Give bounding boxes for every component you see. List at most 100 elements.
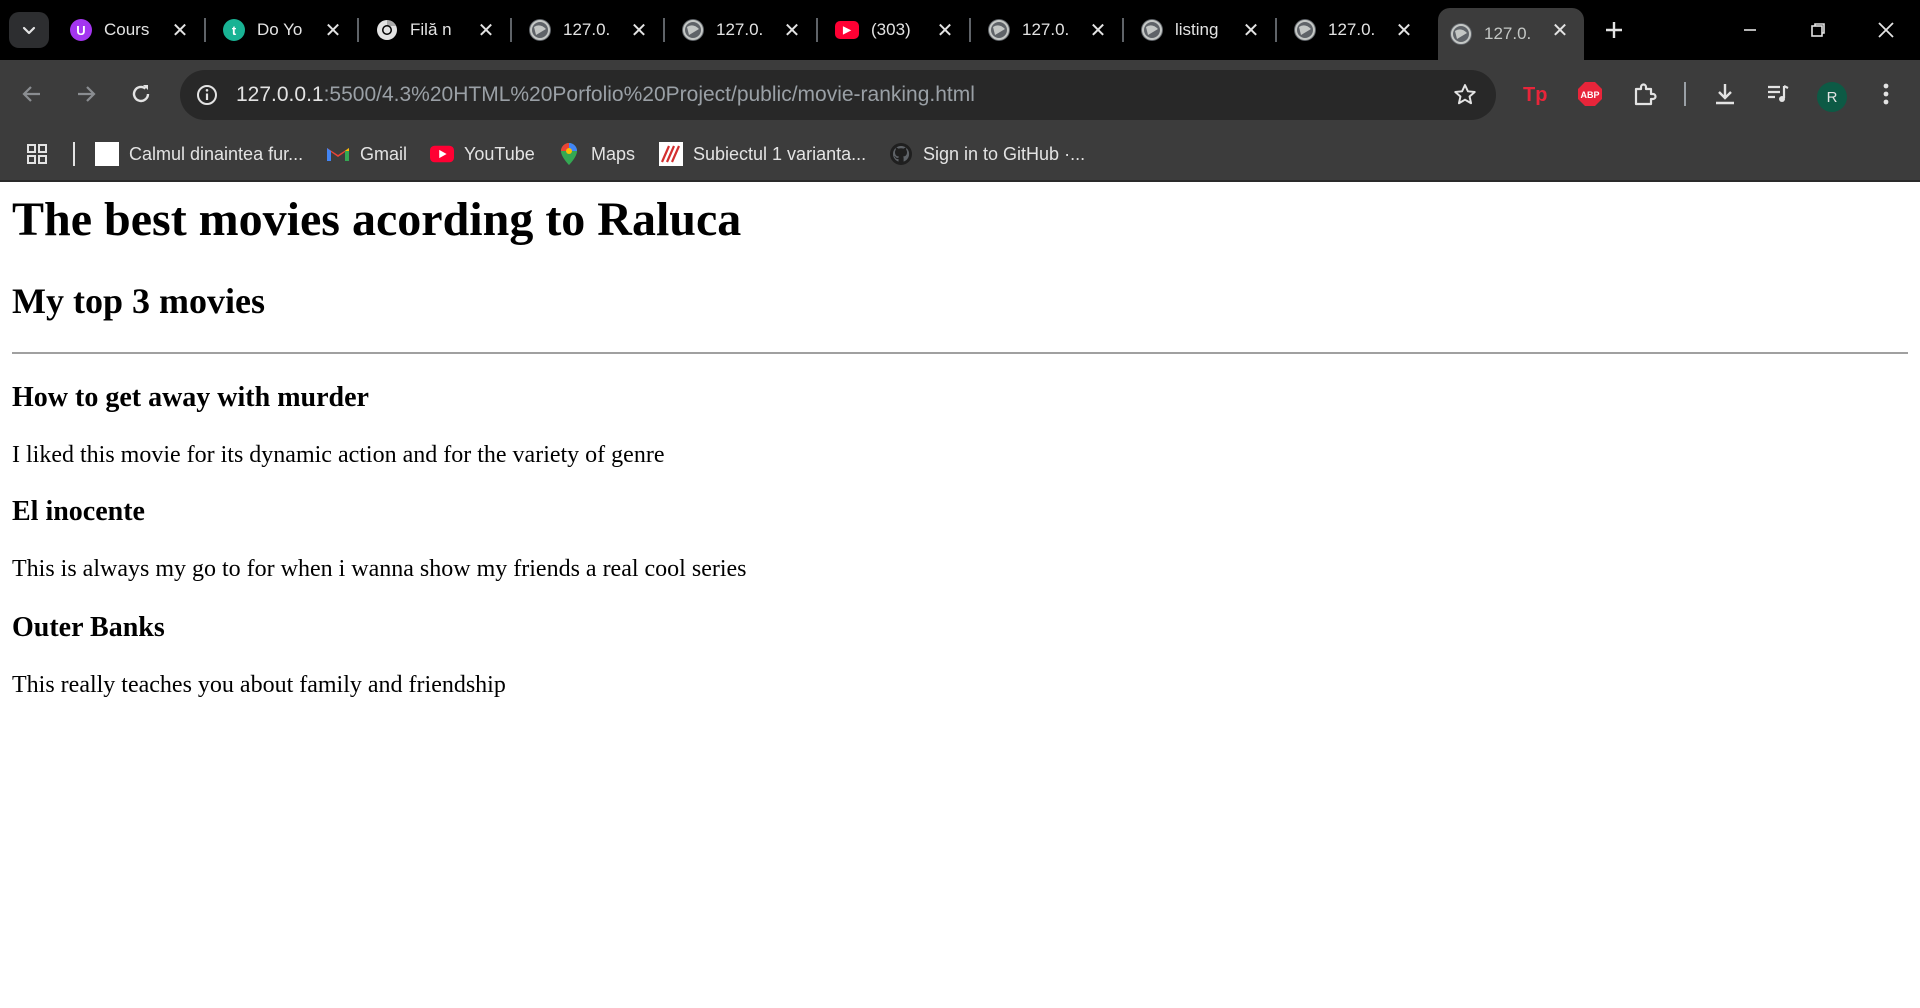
bookmarks-divider [73, 142, 75, 166]
tab-title: Cours [104, 20, 150, 39]
tab-7[interactable]: listing ✕ [1129, 10, 1277, 50]
movie-title-3: Outer Banks [12, 612, 165, 643]
chrome-icon [376, 19, 398, 41]
kebab-menu-icon[interactable] [1868, 76, 1904, 112]
arrow-right-icon [78, 86, 96, 102]
maps-icon [557, 142, 581, 166]
youtube-icon [430, 142, 454, 166]
bookmark-item-5[interactable]: Sign in to GitHub ·... [889, 138, 1085, 170]
tab-divider [816, 18, 818, 42]
movie-title-1: How to get away with murder [12, 382, 369, 413]
bookmark-label: Sign in to GitHub ·... [923, 143, 1086, 164]
close-icon[interactable]: ✕ [170, 20, 190, 42]
bookmark-site-icon [659, 142, 683, 166]
tab-title: 127.0. [1328, 20, 1376, 39]
close-icon[interactable]: ✕ [935, 20, 955, 42]
tab-title: 127.0. [1022, 20, 1070, 39]
minimize-button[interactable] [1716, 0, 1784, 60]
tab-divider [204, 18, 206, 42]
horizontal-rule [12, 352, 1908, 354]
profile-avatar[interactable]: R [1817, 82, 1847, 112]
tab-divider [357, 18, 359, 42]
close-icon[interactable]: ✕ [1550, 20, 1570, 42]
close-icon [1878, 22, 1894, 38]
bookmark-label: Gmail [360, 143, 408, 164]
svg-text:Tp: Tp [1523, 84, 1547, 106]
globe-icon [1450, 23, 1472, 45]
tab-8[interactable]: 127.0. ✕ [1282, 10, 1428, 50]
tab-divider [663, 18, 665, 42]
tab-divider [1275, 18, 1277, 42]
tab-divider [969, 18, 971, 42]
tp-extension-icon[interactable]: Tp [1518, 76, 1554, 112]
tab-9-active[interactable]: 127.0. ✕ [1438, 8, 1584, 60]
toolbar-divider [1684, 82, 1686, 106]
tab-search-button[interactable] [9, 12, 49, 48]
url-text[interactable]: 127.0.0.1:5500/4.3%20HTML%20Porfolio%20P… [236, 83, 975, 107]
tab-1[interactable]: t Do Yo ✕ [211, 10, 359, 50]
url-host: 127.0.0.1 [236, 83, 324, 106]
tab-title: 127.0. [716, 20, 764, 39]
close-icon[interactable]: ✕ [782, 20, 802, 42]
forward-button[interactable] [66, 74, 106, 114]
reload-icon [132, 85, 150, 103]
adblock-icon[interactable]: ABP [1572, 76, 1608, 112]
back-button[interactable] [12, 74, 52, 114]
close-icon[interactable]: ✕ [629, 20, 649, 42]
teal-t-icon: t [223, 19, 245, 41]
address-bar[interactable]: 127.0.0.1:5500/4.3%20HTML%20Porfolio%20P… [180, 70, 1496, 120]
close-icon[interactable]: ✕ [1241, 20, 1261, 42]
site-info-icon[interactable] [192, 80, 222, 110]
tab-title: Filă n [410, 20, 452, 39]
page-subtitle: My top 3 movies [12, 281, 265, 321]
movie-description-3: This really teaches you about family and… [12, 672, 506, 698]
close-icon[interactable]: ✕ [323, 20, 343, 42]
tab-title: listing [1175, 20, 1219, 39]
tab-3[interactable]: 127.0. ✕ [517, 10, 665, 50]
tab-0[interactable]: U Cours ✕ [58, 10, 206, 50]
bookmark-item-0[interactable]: Calmul dinaintea fur... [95, 138, 303, 170]
bookmark-label: Subiectul 1 varianta... [693, 143, 867, 164]
download-icon[interactable] [1707, 76, 1743, 112]
github-icon [889, 142, 913, 166]
tab-2[interactable]: Filă n ✕ [364, 10, 512, 50]
svg-text:ABP: ABP [1580, 90, 1599, 100]
tab-6[interactable]: 127.0. ✕ [976, 10, 1124, 50]
youtube-icon: ▶ [835, 21, 859, 39]
bookmark-item-1[interactable]: Gmail [326, 138, 407, 170]
restore-icon [1811, 23, 1825, 37]
globe-icon [1141, 19, 1163, 41]
web-page-content: The best movies acording to Raluca My to… [0, 182, 1920, 1008]
movie-title-2: El inocente [12, 496, 145, 527]
extensions-puzzle-icon[interactable] [1627, 76, 1663, 112]
close-icon[interactable]: ✕ [476, 20, 496, 42]
new-tab-button[interactable] [1598, 14, 1630, 46]
close-window-button[interactable] [1852, 0, 1920, 60]
bookmark-label: Maps [591, 143, 636, 164]
tab-4[interactable]: 127.0. ✕ [670, 10, 818, 50]
media-control-icon[interactable] [1760, 76, 1796, 112]
bookmark-item-3[interactable]: Maps [557, 138, 635, 170]
globe-icon [988, 19, 1010, 41]
tab-title: Do Yo [257, 20, 303, 39]
arrow-left-icon [22, 86, 40, 102]
apps-grid-icon [27, 144, 47, 164]
browser-toolbar: 127.0.0.1:5500/4.3%20HTML%20Porfolio%20P… [0, 60, 1920, 128]
reload-button[interactable] [121, 74, 161, 114]
apps-button[interactable] [26, 138, 48, 170]
bookmark-item-4[interactable]: Subiectul 1 varianta... [659, 138, 866, 170]
globe-icon [1294, 19, 1316, 41]
tab-divider [1122, 18, 1124, 42]
page-icon [95, 142, 119, 166]
globe-icon [682, 19, 704, 41]
bookmark-star-icon[interactable] [1452, 82, 1478, 113]
url-path: :5500/4.3%20HTML%20Porfolio%20Project/pu… [323, 83, 975, 106]
bookmark-item-2[interactable]: YouTube [430, 138, 535, 170]
restore-button[interactable] [1784, 0, 1852, 60]
tab-5[interactable]: ▶ (303) ✕ [823, 10, 971, 50]
close-icon[interactable]: ✕ [1394, 20, 1414, 42]
page-title: The best movies acording to Raluca [12, 193, 742, 246]
tab-title: 127.0. [563, 20, 611, 39]
close-icon[interactable]: ✕ [1088, 20, 1108, 42]
tab-title: 127.0. [1484, 24, 1532, 43]
